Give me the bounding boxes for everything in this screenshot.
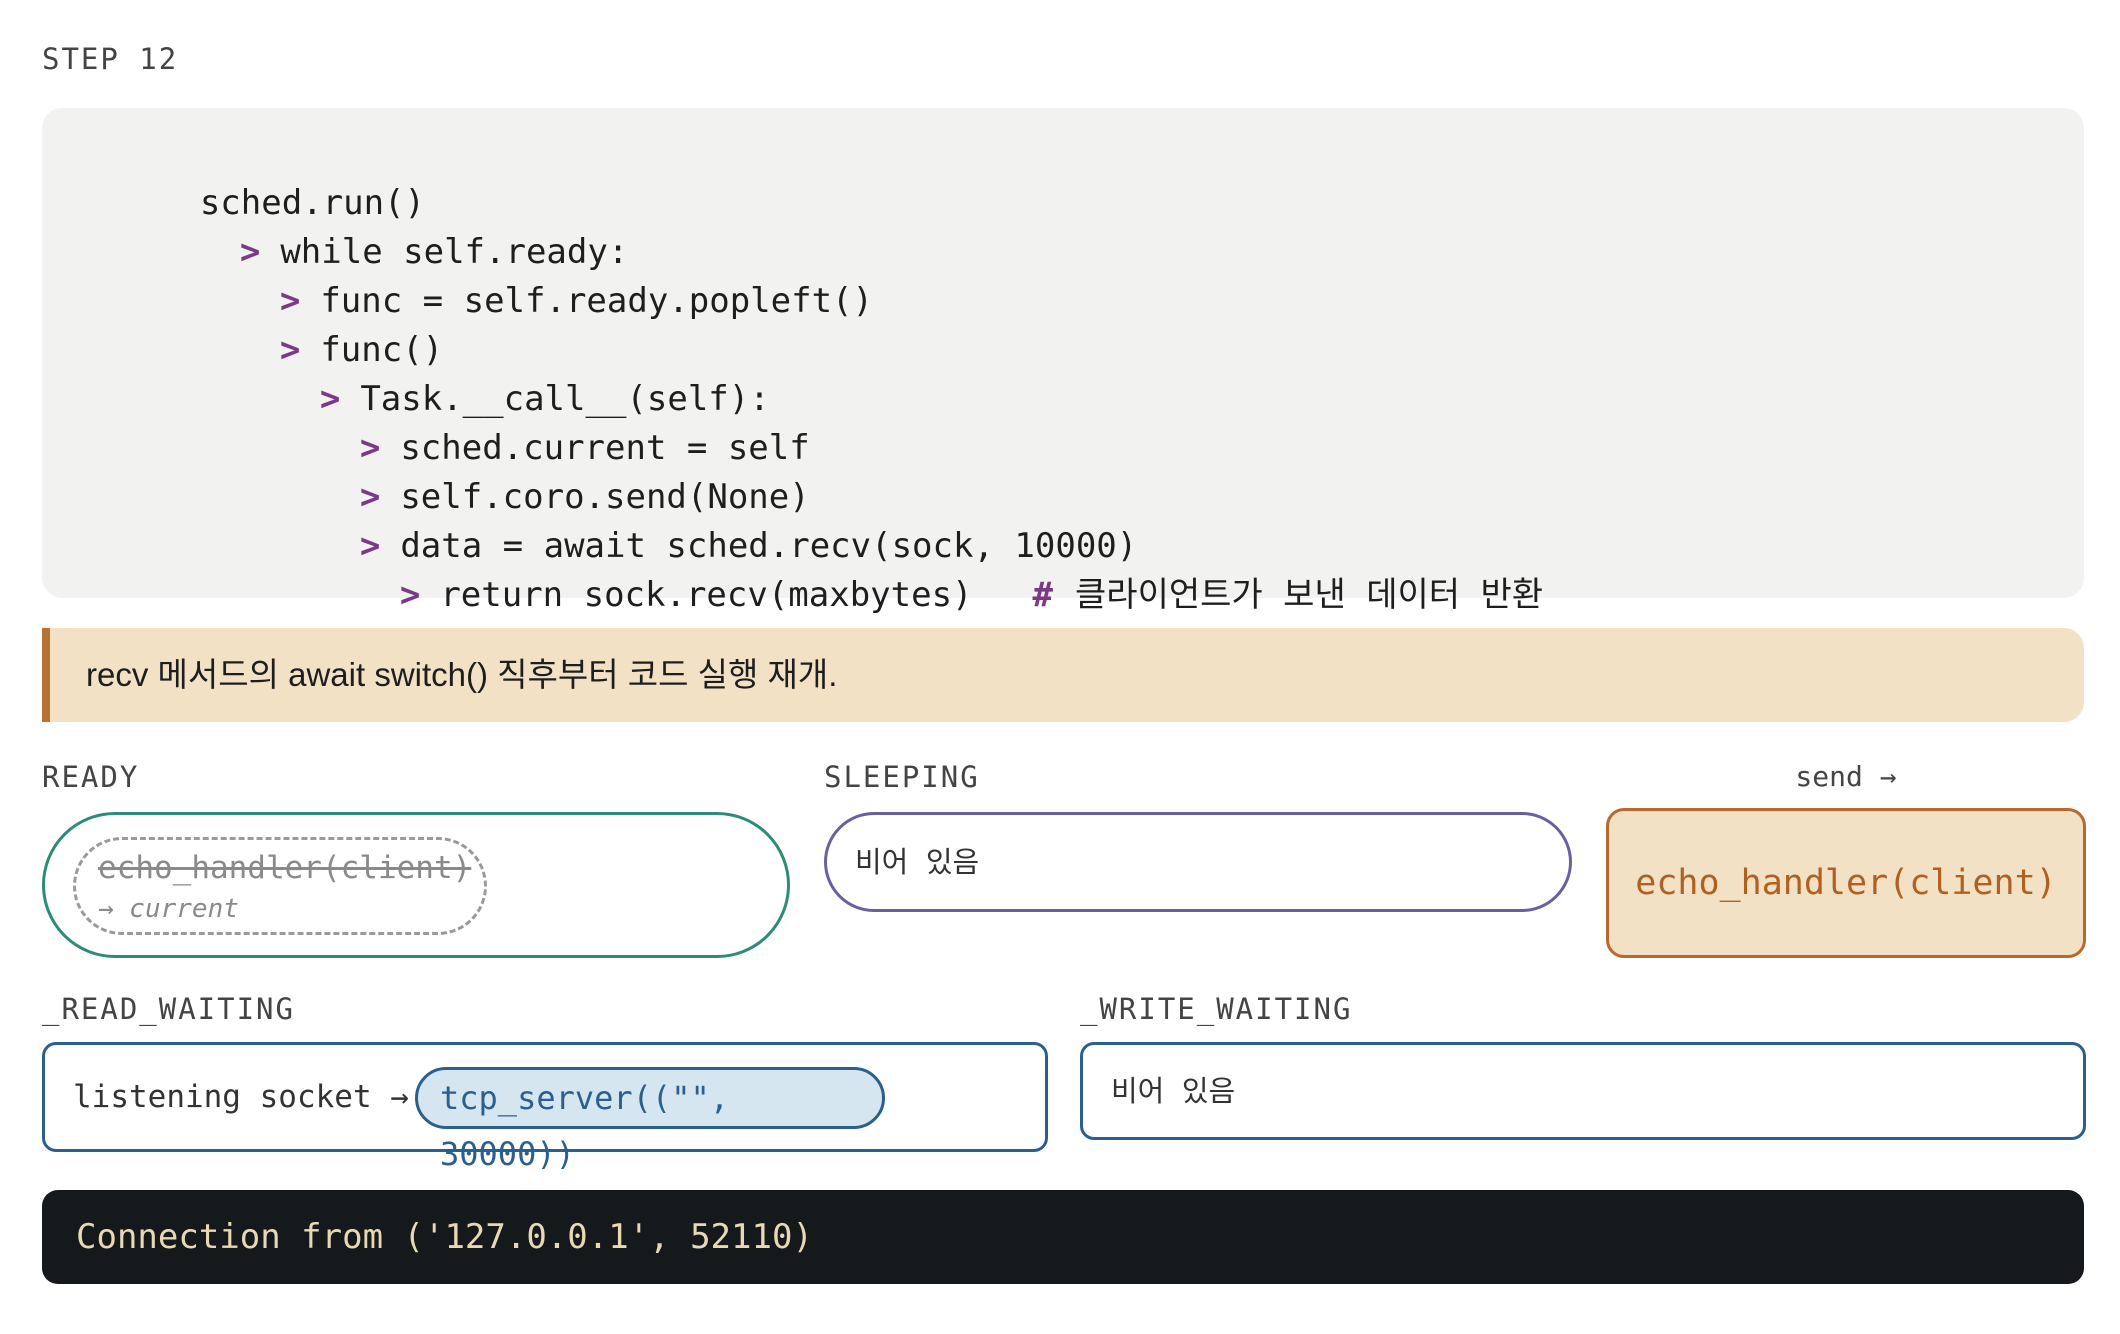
sleeping-empty-text: 비어 있음 [855, 845, 980, 879]
code-block: sched.run() > while self.ready: > func = s… [42, 108, 2084, 615]
read-waiting-task-chip: tcp_server(("", 30000)) [415, 1067, 885, 1173]
code-line: > self.coro.send(None) [237, 424, 810, 517]
code-arrow: > [399, 575, 421, 615]
code-line: > func() [157, 277, 443, 370]
send-target: echo_handler(client) [1606, 808, 2086, 958]
code-line: > while self.ready: [117, 179, 628, 272]
code-line: > sched.current = self [237, 375, 810, 468]
read-waiting-box: listening socket → tcp_server(("", 30000… [42, 1042, 1048, 1173]
step-view: STEP 12 sched.run() > while self.ready: >… [0, 0, 2120, 1334]
code-line: > return sock.recv(maxbytes) # 클라이언트가 보낸 데이… [277, 522, 1543, 615]
code-comment-hash: # [1032, 575, 1054, 615]
step-label: STEP 12 [42, 42, 179, 76]
code-line: > func = self.ready.popleft() [157, 228, 873, 321]
ready-label: READY [42, 760, 140, 794]
code-comment: 클라이언트가 보낸 데이터 반환 [1075, 575, 1544, 615]
console-output: Connection from ('127.0.0.1', 52110) [42, 1190, 2084, 1284]
code-line: > data = await sched.recv(sock, 10000) [237, 473, 1137, 566]
read-waiting-label: _READ_WAITING [42, 992, 295, 1026]
read-waiting-prefix: listening socket → [73, 1079, 409, 1115]
ready-task-name: echo_handler(client) [98, 850, 472, 886]
write-waiting-empty-text: 비어 있음 [1111, 1074, 1236, 1108]
ready-task-chip: echo_handler(client) → current [73, 837, 487, 935]
code-text: return sock.recv(maxbytes) [440, 575, 973, 615]
sleeping-label: SLEEPING [824, 760, 980, 794]
send-label: send → [1795, 760, 1897, 793]
console-text: Connection from ('127.0.0.1', 52110) [76, 1217, 813, 1257]
write-waiting-box: 비어 있음 [1080, 1042, 2086, 1140]
note-text: recv 메서드의 await switch() 직후부터 코드 실행 재개. [86, 656, 838, 693]
read-waiting-task-name: tcp_server(("", 30000)) [440, 1079, 729, 1173]
code-line: > Task.__call__(self): [197, 326, 770, 419]
write-waiting-label: _WRITE_WAITING [1080, 992, 1353, 1026]
send-task-name: echo_handler(client) [1635, 863, 2057, 903]
ready-task-note: → current [98, 894, 239, 924]
sleeping-queue: 비어 있음 [824, 812, 1572, 912]
explanation-note: recv 메서드의 await switch() 직후부터 코드 실행 재개. [42, 628, 2084, 722]
code-line: sched.run() [77, 130, 425, 223]
ready-queue: echo_handler(client) → current [42, 812, 790, 958]
